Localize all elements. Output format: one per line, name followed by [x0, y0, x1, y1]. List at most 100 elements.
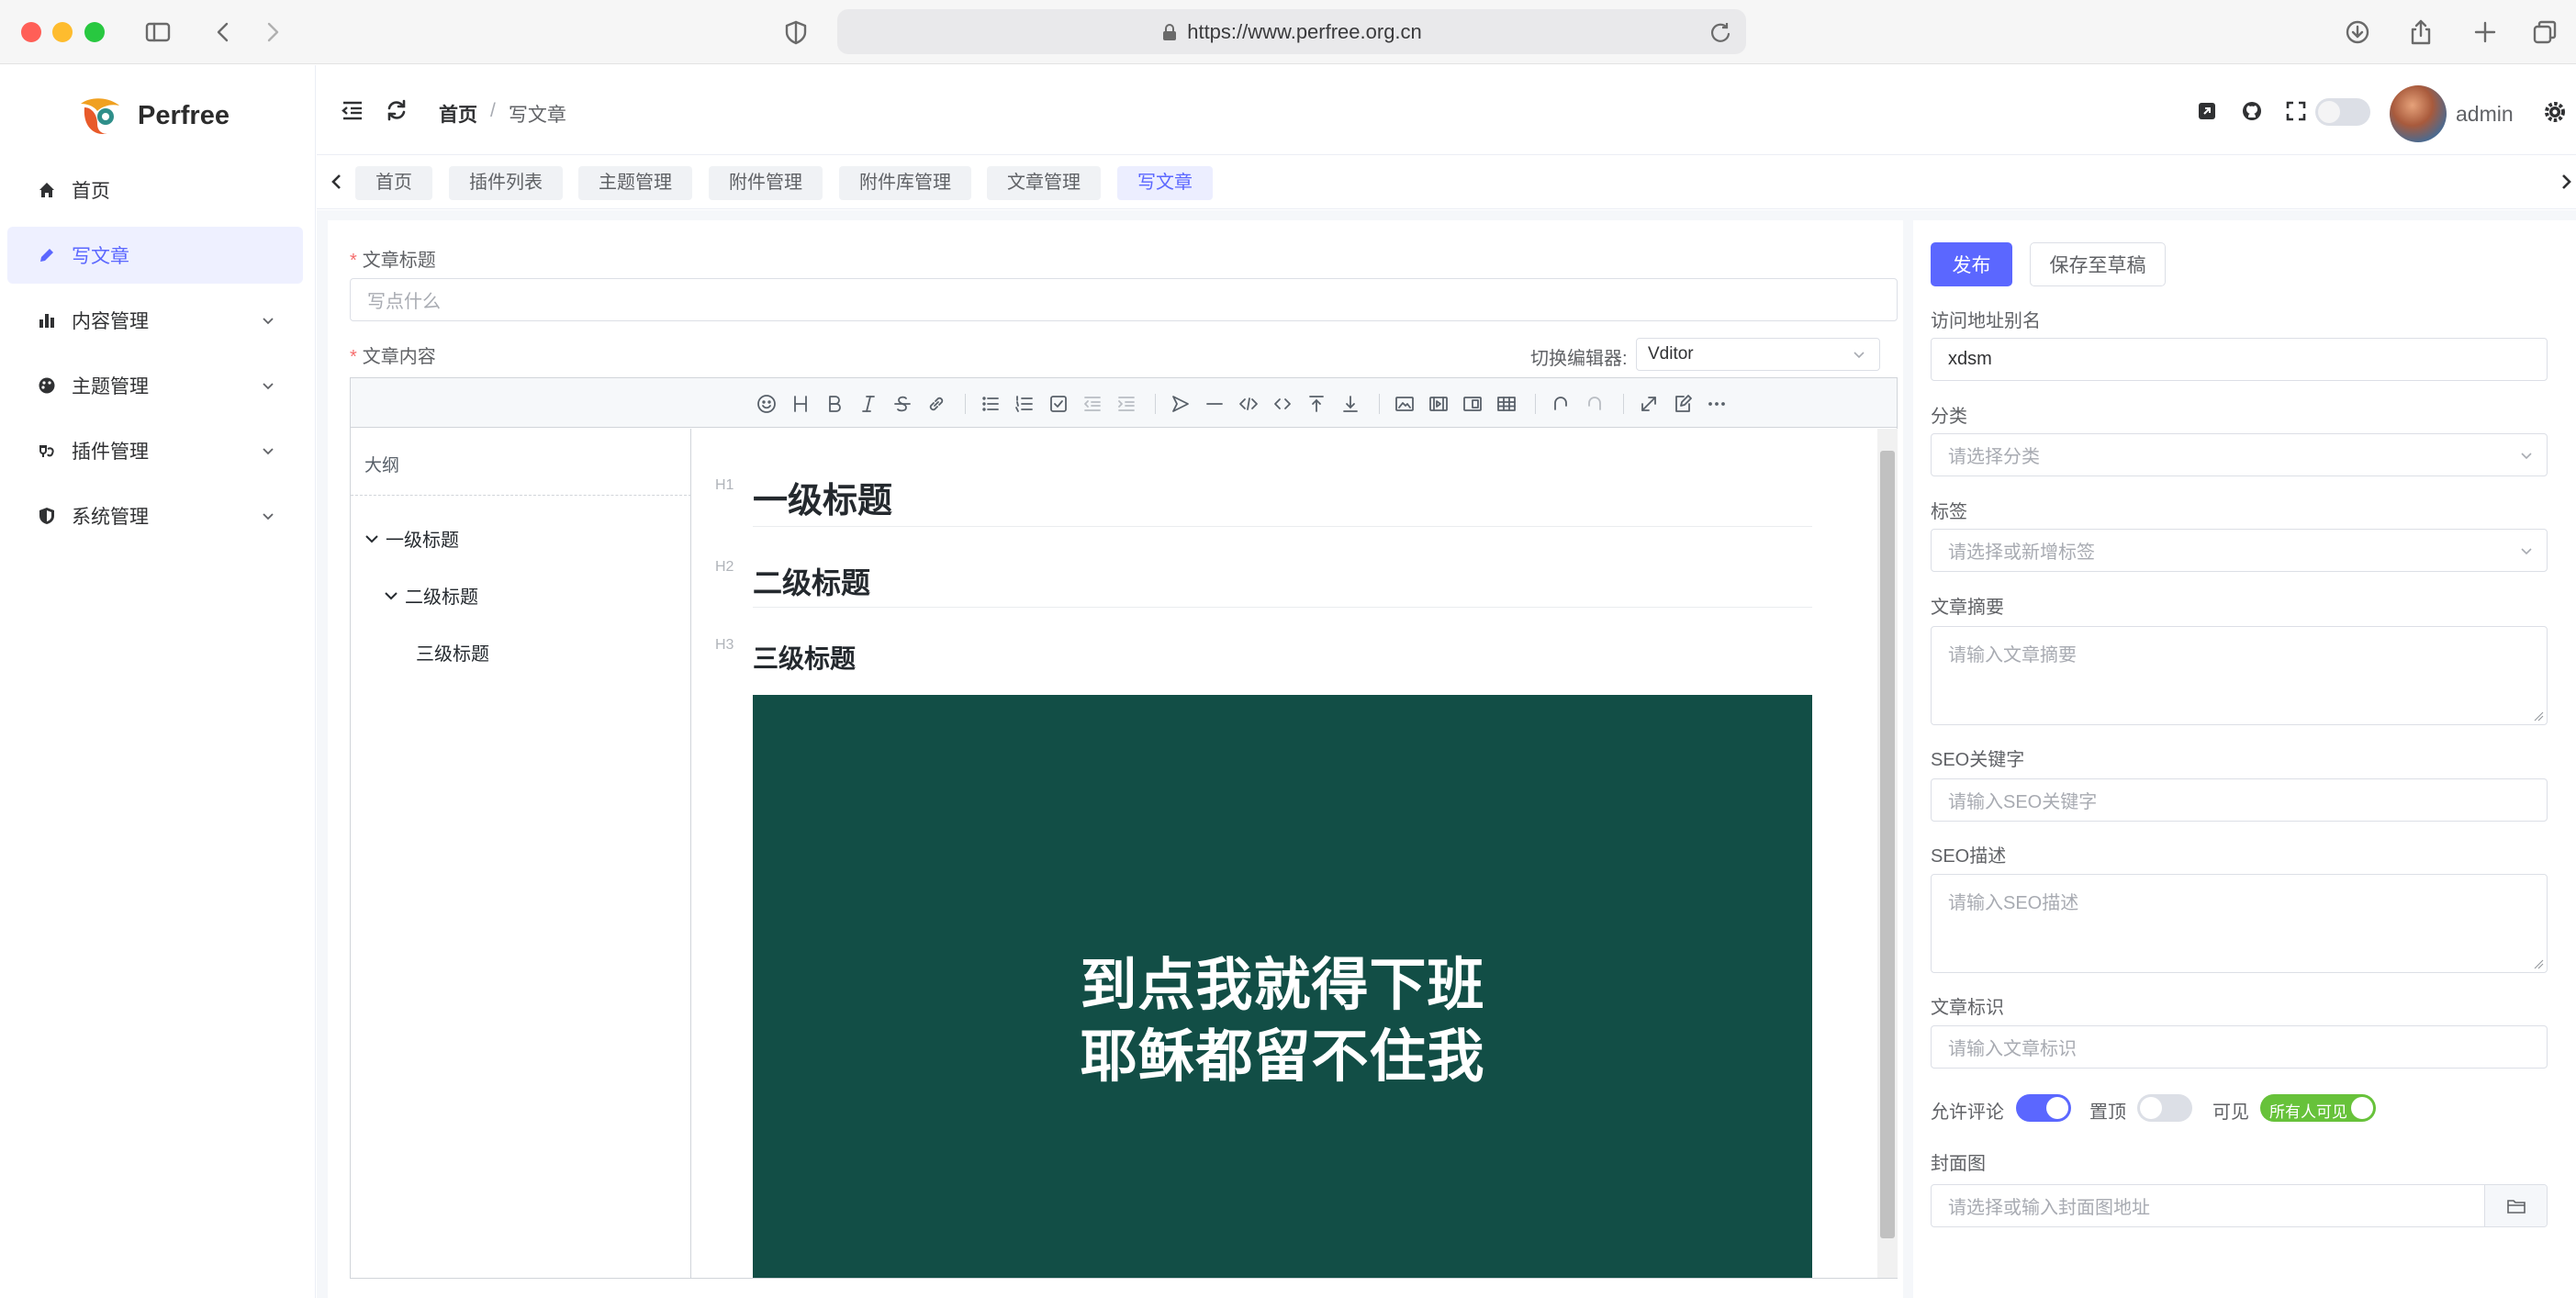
insert-before-icon[interactable] — [1305, 392, 1328, 416]
save-draft-button[interactable]: 保存至草稿 — [2030, 242, 2166, 286]
tab-home[interactable]: 首页 — [355, 166, 432, 200]
sidebar-item-home[interactable]: 首页 — [7, 162, 303, 218]
heading-1[interactable]: 一级标题 — [753, 472, 892, 522]
italic-icon[interactable] — [857, 392, 880, 416]
emoji-icon[interactable] — [755, 392, 778, 416]
seo-keywords-input[interactable]: 请输入SEO关键字 — [1931, 778, 2548, 822]
fullscreen-icon[interactable] — [2285, 100, 2307, 122]
tabs-scroll-left-icon[interactable] — [328, 173, 346, 191]
tab-overview-icon[interactable] — [2526, 13, 2564, 51]
bold-icon[interactable] — [823, 392, 846, 416]
share-icon[interactable] — [2402, 13, 2440, 51]
summary-textarea[interactable]: 请输入文章摘要 — [1931, 626, 2548, 725]
indent-icon[interactable] — [1114, 392, 1138, 416]
address-bar[interactable]: https://www.perfree.org.cn — [837, 9, 1746, 54]
avatar[interactable] — [2390, 85, 2447, 142]
edit-mode-icon[interactable] — [1671, 392, 1695, 416]
insert-after-icon[interactable] — [1338, 392, 1362, 416]
heading-2[interactable]: 二级标题 — [753, 560, 870, 602]
inline-code-icon[interactable] — [1271, 392, 1294, 416]
ordered-list-icon[interactable] — [1013, 392, 1036, 416]
tag-select[interactable]: 请选择或新增标签 — [1931, 529, 2548, 572]
sidebar-item-content[interactable]: 内容管理 — [7, 292, 303, 349]
forward-icon[interactable] — [253, 13, 292, 51]
visible-switch[interactable]: 所有人可见 — [2260, 1094, 2376, 1122]
new-tab-icon[interactable] — [2466, 13, 2504, 51]
collapse-menu-icon[interactable] — [341, 98, 364, 122]
sidebar-item-theme[interactable]: 主题管理 — [7, 357, 303, 414]
category-select[interactable]: 请选择分类 — [1931, 433, 2548, 476]
maximize-window-button[interactable] — [84, 22, 105, 42]
insert-audio-icon[interactable] — [1461, 392, 1484, 416]
insert-video-icon[interactable] — [1427, 392, 1450, 416]
download-icon[interactable] — [2338, 13, 2377, 51]
back-icon[interactable] — [204, 13, 242, 51]
slug-input[interactable]: xdsm — [1931, 338, 2548, 381]
top-switch[interactable] — [2137, 1094, 2192, 1122]
github-icon[interactable] — [2241, 100, 2263, 122]
more-icon[interactable] — [1705, 392, 1729, 416]
tab-plugin-list[interactable]: 插件列表 — [449, 166, 563, 200]
seo-desc-textarea[interactable]: 请输入SEO描述 — [1931, 874, 2548, 973]
select-cover-button[interactable] — [2484, 1185, 2547, 1226]
strikethrough-icon[interactable] — [890, 392, 914, 416]
title-input[interactable]: 写点什么 — [350, 278, 1898, 321]
redo-icon[interactable] — [1583, 392, 1607, 416]
tabs-scroll-right-icon[interactable] — [2557, 173, 2575, 191]
horizontal-rule-icon[interactable] — [1203, 392, 1226, 416]
resize-grip-icon[interactable] — [2533, 958, 2544, 969]
home-icon — [37, 180, 57, 200]
editor-scrollbar[interactable] — [1877, 429, 1898, 1278]
sidebar-item-write-article[interactable]: 写文章 — [7, 227, 303, 284]
table-icon[interactable] — [1495, 392, 1518, 416]
sidebar-item-plugins[interactable]: 插件管理 — [7, 422, 303, 479]
editor-scrollbar-thumb[interactable] — [1880, 451, 1895, 1238]
user-name[interactable]: admin — [2456, 102, 2514, 127]
sidebar-toggle-icon[interactable] — [139, 13, 177, 51]
editor-select[interactable]: Vditor — [1636, 338, 1880, 371]
heading-3[interactable]: 三级标题 — [753, 639, 856, 676]
tab-theme-manage[interactable]: 主题管理 — [578, 166, 692, 200]
sidebar-item-system[interactable]: 系统管理 — [7, 487, 303, 544]
expand-icon[interactable] — [1637, 392, 1661, 416]
undo-icon[interactable] — [1549, 392, 1573, 416]
tab-attachment-manage[interactable]: 附件管理 — [709, 166, 823, 200]
breadcrumb-home[interactable]: 首页 — [439, 100, 477, 128]
cover-input[interactable]: 请选择或输入封面图地址 — [1931, 1184, 2548, 1227]
quote-icon[interactable] — [1169, 392, 1193, 416]
insert-image-icon[interactable] — [1393, 392, 1417, 416]
tab-write-article[interactable]: 写文章 — [1117, 166, 1213, 200]
external-link-icon[interactable] — [2196, 100, 2218, 122]
chevron-down-icon[interactable] — [383, 587, 399, 604]
link-icon[interactable] — [924, 392, 948, 416]
outline-item-h3[interactable]: 三级标题 — [416, 639, 489, 666]
tab-attachment-library[interactable]: 附件库管理 — [839, 166, 971, 200]
editor-content[interactable]: H1 一级标题 H2 二级标题 H3 三级标题 到点我就得下班 耶稣都留不住我 — [692, 429, 1898, 1278]
tag-placeholder: 请选择或新增标签 — [1948, 543, 2095, 563]
outline-item-h2[interactable]: 二级标题 — [383, 582, 478, 609]
top-label: 置顶 — [2089, 1102, 2126, 1123]
bullet-list-icon[interactable] — [979, 392, 1002, 416]
minimize-window-button[interactable] — [52, 22, 73, 42]
reload-icon[interactable] — [1708, 19, 1733, 45]
close-window-button[interactable] — [21, 22, 41, 42]
gear-icon[interactable] — [2543, 100, 2567, 124]
chevron-down-icon[interactable] — [364, 531, 380, 547]
flag-input[interactable]: 请输入文章标识 — [1931, 1025, 2548, 1069]
privacy-shield-icon[interactable] — [777, 13, 815, 51]
outdent-icon[interactable] — [1081, 392, 1104, 416]
heading-1-rule — [753, 526, 1812, 527]
refresh-icon[interactable] — [385, 98, 409, 122]
allow-comment-switch[interactable] — [2016, 1094, 2071, 1122]
outline-item-h1[interactable]: 一级标题 — [364, 525, 459, 552]
resize-grip-icon[interactable] — [2533, 711, 2544, 722]
tab-article-manage[interactable]: 文章管理 — [987, 166, 1101, 200]
brand[interactable]: Perfree — [77, 93, 230, 139]
checklist-icon[interactable] — [1047, 392, 1070, 416]
embedded-image[interactable]: 到点我就得下班 耶稣都留不住我 — [753, 695, 1812, 1278]
publish-button[interactable]: 发布 — [1931, 242, 2012, 286]
image-text-line-2: 耶稣都留不住我 — [1080, 1023, 1485, 1090]
heading-icon[interactable] — [789, 392, 812, 416]
theme-toggle[interactable] — [2315, 98, 2370, 126]
code-block-icon[interactable] — [1237, 392, 1260, 416]
